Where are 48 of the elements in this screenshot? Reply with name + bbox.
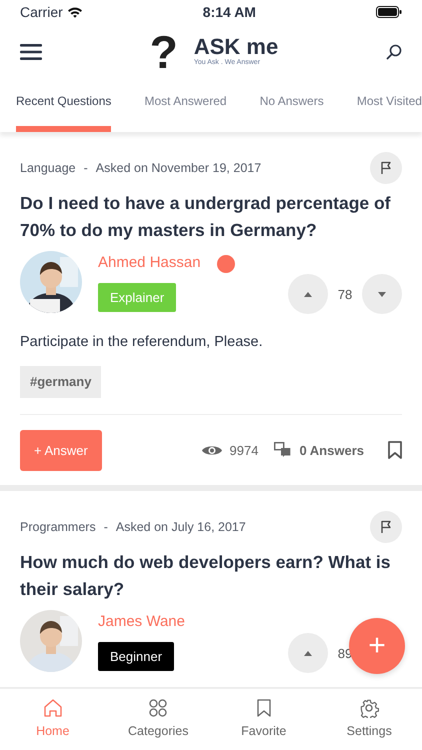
search-icon <box>386 44 402 60</box>
nav-tab[interactable]: Settings <box>316 689 422 750</box>
logo-mark: ? <box>150 29 178 75</box>
chat-icon <box>274 442 292 458</box>
view-count: 9974 <box>230 442 258 460</box>
nav-tab[interactable]: Home <box>0 689 106 750</box>
up-caret-icon <box>304 650 312 656</box>
bookmark-icon <box>388 441 402 460</box>
category-link[interactable]: Language <box>20 158 76 178</box>
answer-button[interactable]: + Answer <box>20 430 102 471</box>
up-caret-icon <box>304 292 312 297</box>
tab[interactable]: Most Visited <box>356 80 422 132</box>
menu-button[interactable] <box>20 44 42 60</box>
home-icon <box>42 698 63 718</box>
question-title[interactable]: How much do web developers earn? What is their salary? <box>20 549 402 604</box>
separator: - <box>104 518 108 536</box>
answer-count: 0 Answers <box>299 442 364 460</box>
category-link[interactable]: Programmers <box>20 518 96 536</box>
author-name[interactable]: Ahmed Hassan <box>98 252 201 275</box>
rank-badge: Beginner <box>98 642 174 672</box>
asked-date: Asked on November 19, 2017 <box>96 160 262 177</box>
question-title[interactable]: Do I need to have a undergrad percentage of 70% to do my masters in Germany? <box>20 190 402 244</box>
eye-icon <box>202 444 222 457</box>
asked-date: Asked on July 16, 2017 <box>116 518 246 536</box>
carrier-label: Carrier <box>20 2 63 22</box>
menu-icon <box>20 44 42 60</box>
rank-badge: Explainer <box>98 282 176 312</box>
settings-icon <box>359 698 380 718</box>
tab[interactable]: Recent Questions <box>16 80 112 132</box>
flag-button[interactable] <box>370 152 402 184</box>
status-time: 8:14 AM <box>202 2 256 22</box>
bookmark-button[interactable] <box>388 441 402 460</box>
nav-tab[interactable]: Favorite <box>211 689 316 750</box>
nav-tab[interactable]: Categories <box>106 689 211 750</box>
search-button[interactable] <box>386 44 402 60</box>
separator: - <box>84 160 88 177</box>
grid-icon <box>148 698 168 718</box>
tab[interactable]: Most Answered <box>144 80 227 132</box>
tab[interactable]: No Answers <box>260 80 324 132</box>
down-caret-icon <box>378 292 386 297</box>
vote-count: 78 <box>336 286 354 304</box>
logo-title: ASK me <box>194 36 278 58</box>
battery-icon <box>376 6 402 18</box>
author-name[interactable]: James Wane <box>98 611 185 634</box>
tag-chip[interactable]: #germany <box>20 366 102 398</box>
wifi-icon <box>66 6 83 18</box>
question-body: Participate in the referendum, Please. <box>20 333 264 352</box>
flag-button[interactable] <box>370 511 402 543</box>
